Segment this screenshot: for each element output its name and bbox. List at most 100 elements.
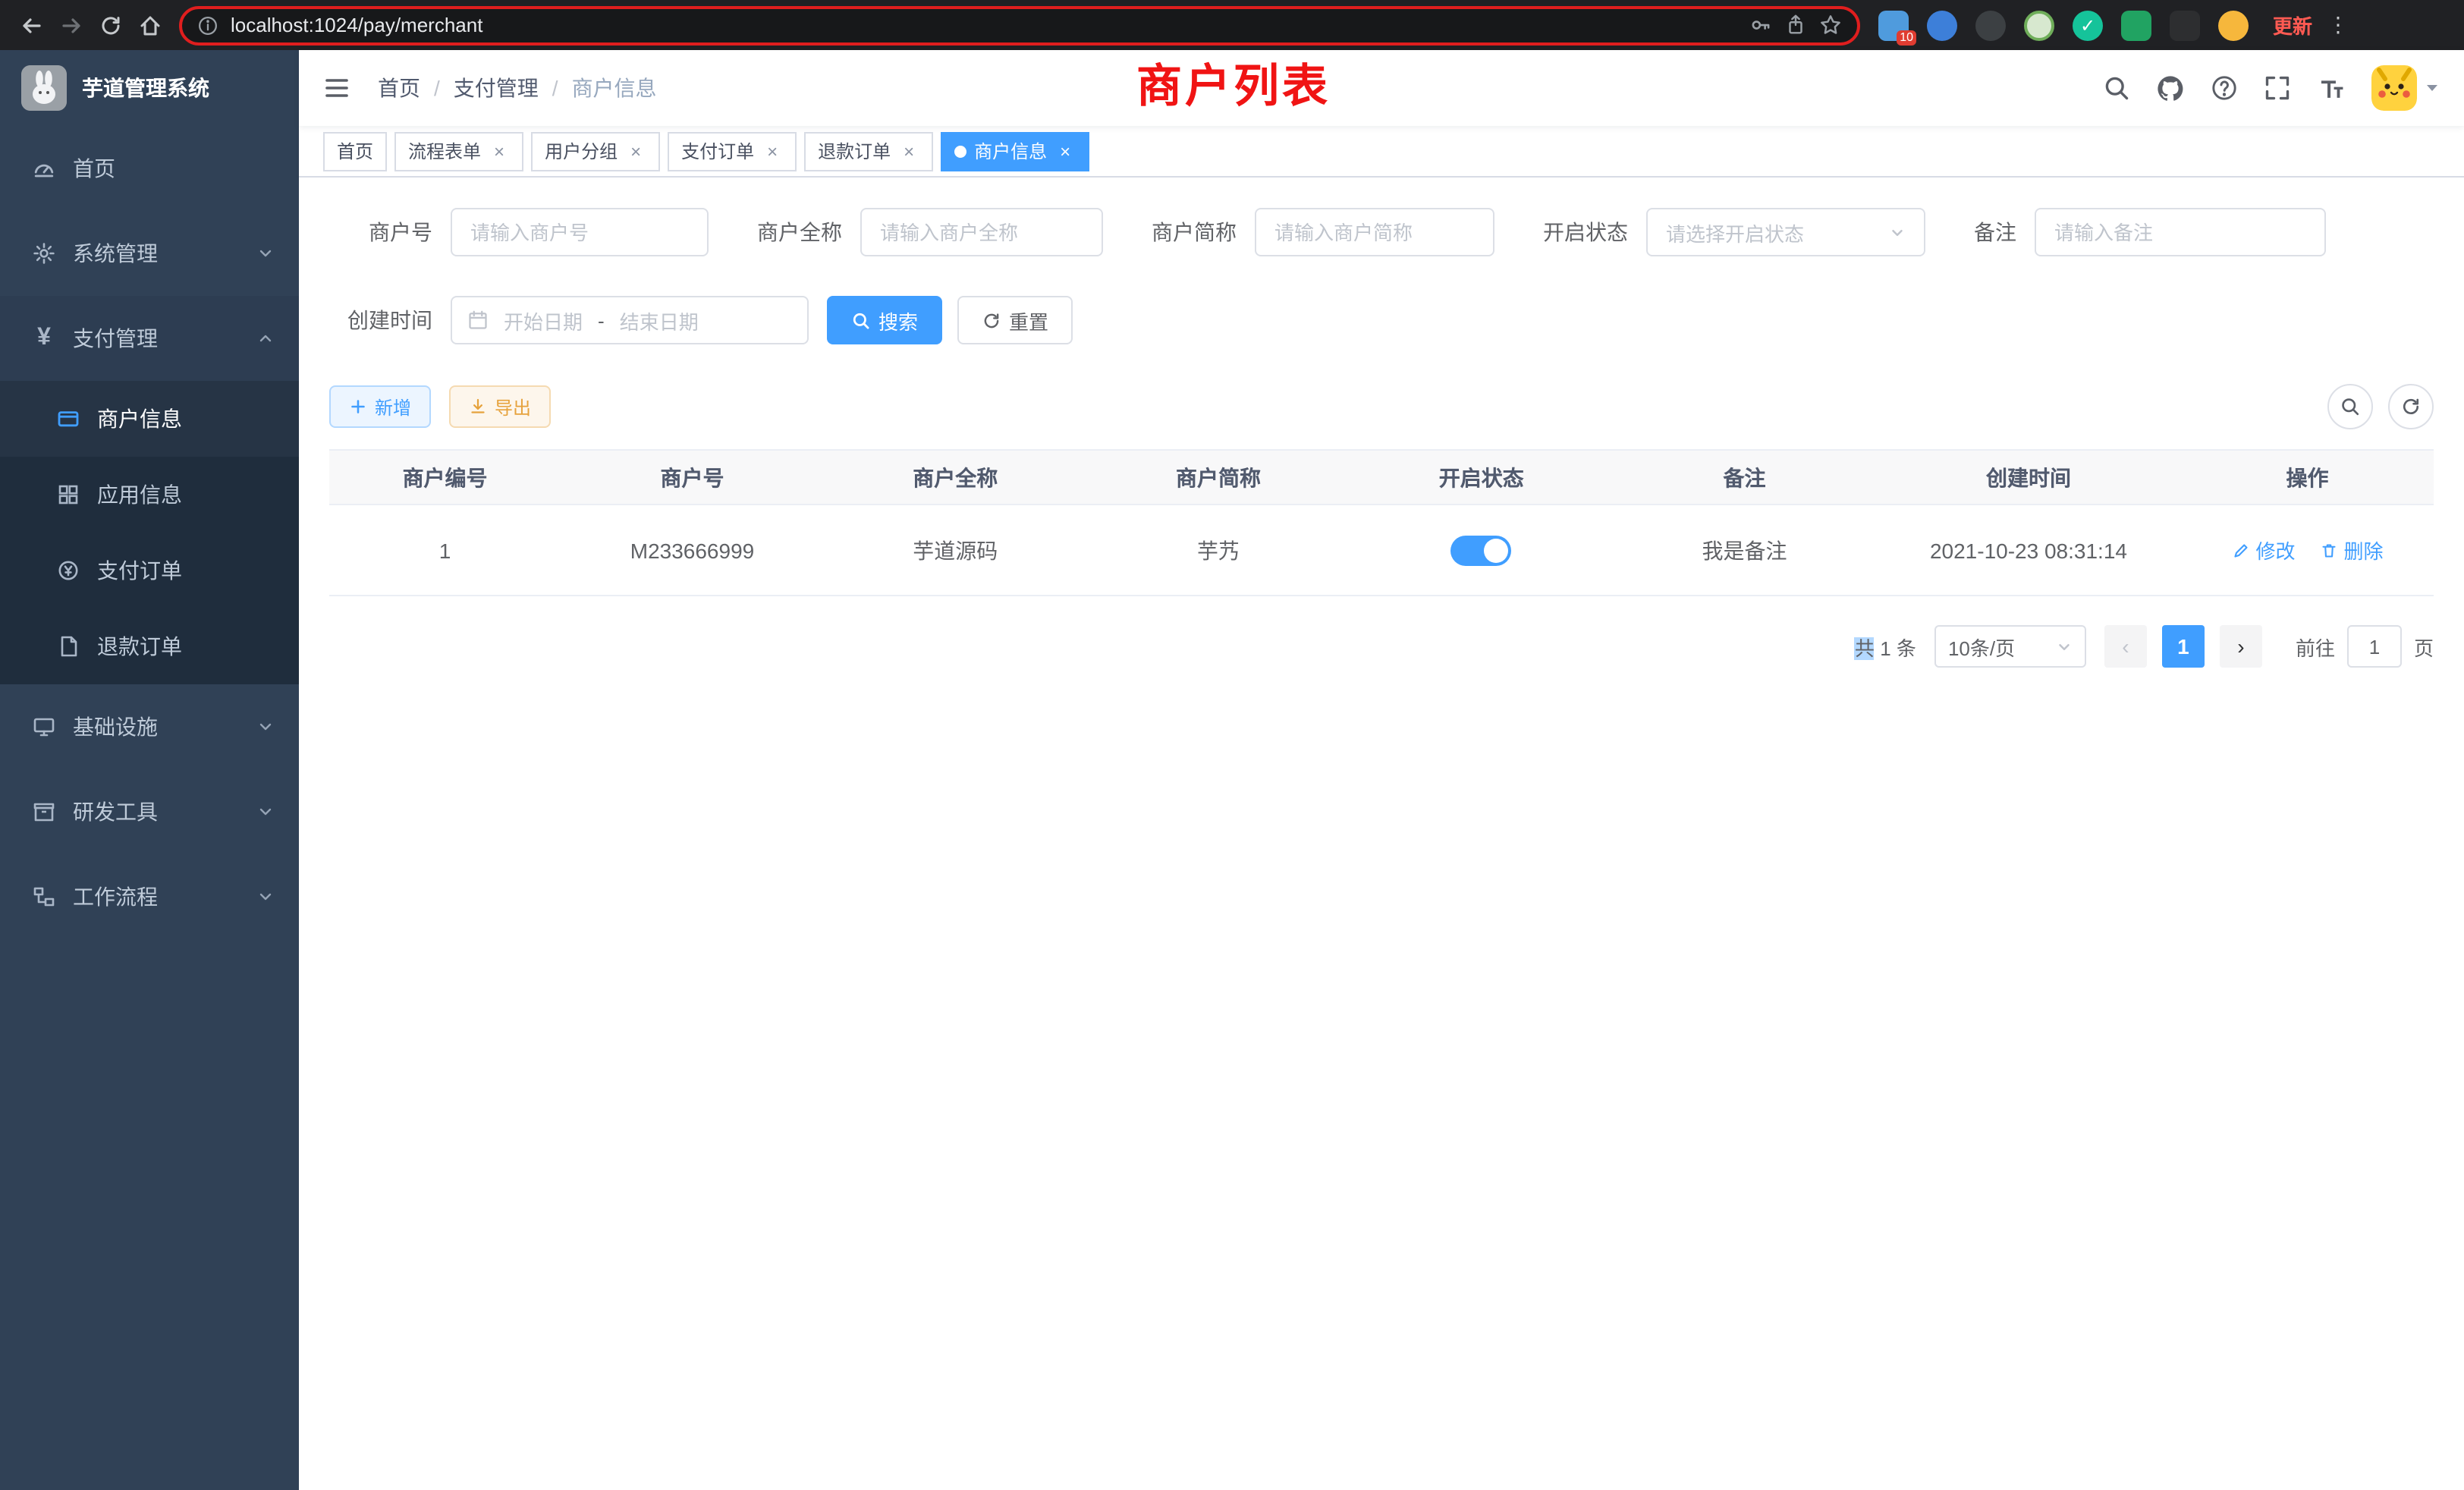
extension-icon[interactable] [2024, 10, 2054, 40]
tab-merchant-info[interactable]: 商户信息 × [941, 131, 1089, 171]
fullscreen-icon[interactable] [2264, 74, 2291, 102]
reset-button[interactable]: 重置 [957, 296, 1073, 344]
remark-label: 备注 [1962, 217, 2035, 247]
toggle-search-icon[interactable] [2327, 384, 2373, 429]
add-button[interactable]: 新增 [329, 385, 431, 428]
sidebar-item-refund-orders[interactable]: 退款订单 [0, 608, 299, 684]
tab-home[interactable]: 首页 [323, 131, 387, 171]
reload-icon[interactable] [91, 5, 130, 45]
page-size-select[interactable]: 10条/页 [1934, 625, 2086, 668]
close-icon[interactable]: × [489, 140, 510, 162]
extension-badge: 10 [1897, 30, 1916, 45]
share-icon[interactable] [1784, 14, 1807, 36]
chevron-down-icon [256, 718, 275, 736]
sidebar-item-app-info[interactable]: 应用信息 [0, 457, 299, 533]
page-unit-label: 页 [2414, 632, 2434, 661]
bookmark-star-icon[interactable] [1819, 14, 1842, 36]
cell-full-name: 芋道源码 [824, 505, 1087, 596]
breadcrumb-home[interactable]: 首页 [378, 73, 420, 103]
col-status: 开启状态 [1350, 450, 1613, 505]
back-icon[interactable] [12, 5, 52, 45]
sidebar-item-dev-tools[interactable]: 研发工具 [0, 769, 299, 854]
extension-icon[interactable] [2170, 10, 2200, 40]
sidebar-item-pay-orders[interactable]: 支付订单 [0, 533, 299, 608]
breadcrumb-payment[interactable]: 支付管理 [420, 73, 539, 103]
page-1-button[interactable]: 1 [2162, 625, 2205, 668]
breadcrumb-merchant: 商户信息 [539, 73, 657, 103]
export-button[interactable]: 导出 [449, 385, 551, 428]
font-size-icon[interactable] [2317, 74, 2346, 102]
forward-icon[interactable] [52, 5, 91, 45]
help-icon[interactable] [2211, 74, 2238, 102]
delete-button[interactable]: 删除 [2320, 536, 2384, 564]
chevron-down-icon [1889, 224, 1906, 240]
close-icon[interactable]: × [1054, 140, 1076, 162]
yen-icon: ¥ [30, 326, 58, 350]
merchant-no-input[interactable] [451, 208, 709, 256]
filter-row-1: 商户号 商户全称 商户简称 开启状态 请选择开启状态 备注 [329, 208, 2434, 256]
status-label: 开启状态 [1531, 217, 1646, 247]
refresh-table-icon[interactable] [2388, 384, 2434, 429]
tags-bar: 首页 流程表单 × 用户分组 × 支付订单 × 退款订单 × [299, 126, 2464, 178]
goto-label: 前往 [2296, 632, 2335, 661]
key-icon[interactable] [1749, 14, 1772, 36]
sidebar-item-payment[interactable]: ¥ 支付管理 [0, 296, 299, 381]
payment-submenu: 商户信息 应用信息 支付订单 [0, 381, 299, 684]
pencil-icon [2232, 541, 2250, 559]
merchant-no-label: 商户号 [329, 217, 451, 247]
short-name-input[interactable] [1255, 208, 1494, 256]
prev-page-button[interactable]: ‹ [2104, 625, 2147, 668]
browser-toolbar: localhost:1024/pay/merchant 10 ✓ [0, 0, 2464, 50]
browser-update-button[interactable]: 更新 [2273, 11, 2312, 39]
search-button[interactable]: 搜索 [827, 296, 942, 344]
goto-page-input[interactable] [2347, 625, 2402, 668]
next-page-button[interactable]: › [2220, 625, 2262, 668]
sidebar-item-home[interactable]: 首页 [0, 126, 299, 211]
col-merchant-id: 商户编号 [329, 450, 561, 505]
tab-user-group[interactable]: 用户分组 × [531, 131, 660, 171]
close-icon[interactable]: × [625, 140, 646, 162]
url-bar[interactable]: localhost:1024/pay/merchant [179, 5, 1860, 45]
status-toggle[interactable] [1451, 535, 1512, 565]
pay-order-icon [55, 558, 82, 583]
tab-refund-orders[interactable]: 退款订单 × [804, 131, 933, 171]
hamburger-icon[interactable] [323, 74, 350, 102]
extension-icon[interactable] [2121, 10, 2151, 40]
remark-input[interactable] [2035, 208, 2326, 256]
col-short-name: 商户简称 [1087, 450, 1350, 505]
pagination: 共 1 条 10条/页 ‹ 1 › 前往 页 [329, 625, 2434, 668]
browser-profile-avatar[interactable] [2218, 10, 2249, 40]
extension-icon[interactable]: 10 [1878, 10, 1909, 40]
full-name-input[interactable] [860, 208, 1103, 256]
user-menu[interactable] [2371, 65, 2440, 111]
info-icon[interactable] [197, 14, 218, 36]
edit-button[interactable]: 修改 [2232, 536, 2296, 564]
extension-icon[interactable] [1975, 10, 2006, 40]
search-icon[interactable] [2103, 74, 2130, 102]
extension-icon[interactable] [1927, 10, 1957, 40]
date-range-picker[interactable]: 开始日期 - 结束日期 [451, 296, 809, 344]
tab-pay-orders[interactable]: 支付订单 × [668, 131, 797, 171]
check-icon: ✓ [2073, 10, 2103, 40]
status-select[interactable]: 请选择开启状态 [1646, 208, 1925, 256]
extension-icon[interactable]: ✓ [2073, 10, 2103, 40]
magnifier-icon [851, 310, 871, 330]
sidebar-item-system[interactable]: 系统管理 [0, 211, 299, 296]
extensions-area: 10 ✓ [1878, 10, 2249, 40]
close-icon[interactable]: × [762, 140, 783, 162]
sidebar-logo[interactable]: 芋道管理系统 [0, 50, 299, 126]
refresh-icon [982, 310, 1001, 330]
browser-menu-icon[interactable]: ⋮ [2327, 12, 2349, 38]
col-actions: 操作 [2181, 450, 2434, 505]
close-icon[interactable]: × [898, 140, 919, 162]
sidebar-item-workflow[interactable]: 工作流程 [0, 854, 299, 939]
tab-process-form[interactable]: 流程表单 × [394, 131, 523, 171]
sidebar-item-infra[interactable]: 基础设施 [0, 684, 299, 769]
table-row: 1 M233666999 芋道源码 芋艿 我是备注 2021-10-23 08:… [329, 505, 2434, 596]
home-icon[interactable] [130, 5, 170, 45]
end-date-placeholder: 结束日期 [620, 306, 699, 335]
chevron-up-icon [256, 329, 275, 347]
filter-row-2: 创建时间 开始日期 - 结束日期 搜索 重置 [329, 296, 2434, 344]
sidebar-item-merchant-info[interactable]: 商户信息 [0, 381, 299, 457]
github-icon[interactable] [2156, 74, 2185, 102]
